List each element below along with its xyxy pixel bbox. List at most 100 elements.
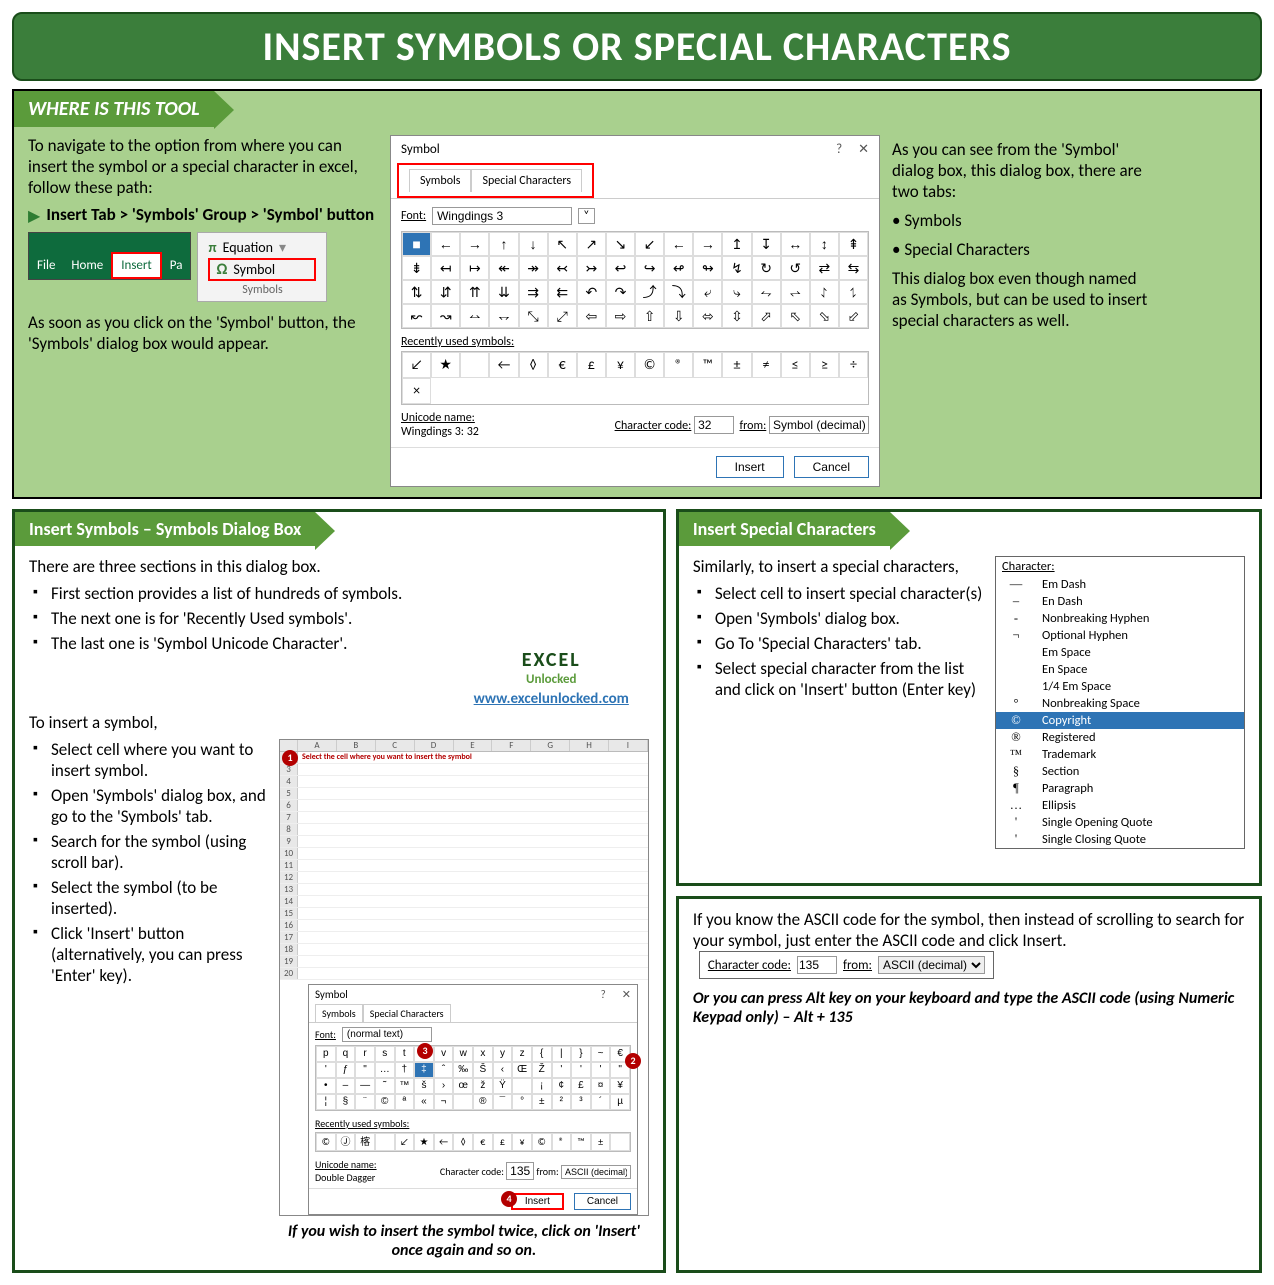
mini-insert-button[interactable]: Insert [511, 1193, 564, 1210]
symbol-cell[interactable]: ⇉ [519, 280, 548, 304]
recent-symbol-cell[interactable]: © [635, 352, 664, 378]
symbol-cell[interactable]: ↷ [606, 280, 635, 304]
symbol-cell[interactable]: ⇳ [722, 304, 751, 328]
symbol-cell[interactable]: → [693, 232, 722, 256]
cancel-button[interactable]: Cancel [794, 456, 869, 478]
mini-charcode[interactable] [506, 1162, 534, 1180]
symbol-cell[interactable]: ⥍ [839, 280, 868, 304]
symbol-cell[interactable]: ⇦ [577, 304, 606, 328]
symbol-cell[interactable]: ↔ [781, 232, 810, 256]
recent-symbol-cell[interactable]: ± [722, 352, 751, 378]
symbol-cell[interactable]: ↧ [752, 232, 781, 256]
symbol-cell[interactable]: ↠ [519, 256, 548, 280]
symbol-cell[interactable]: ⇞ [839, 232, 868, 256]
symbol-cell[interactable]: ↺ [781, 256, 810, 280]
symbol-cell[interactable]: ⇅ [402, 280, 431, 304]
symbol-cell[interactable]: ⤴ [635, 280, 664, 304]
charcode-input[interactable] [694, 416, 734, 434]
help-icon[interactable]: ? [836, 142, 842, 157]
symbol-cell[interactable]: ↩ [606, 256, 635, 280]
symbol-cell[interactable]: ⇈ [460, 280, 489, 304]
mini-symbol-grid[interactable]: pqrstuvwxyz{|}~€'ƒ"…†‡ˆ‰Š‹ŒŽ'''"•–—˜™š›œ… [315, 1045, 631, 1111]
special-char-row[interactable]: En Space [996, 661, 1244, 678]
symbol-cell[interactable]: ↶ [577, 280, 606, 304]
tab-special-characters[interactable]: Special Characters [471, 169, 582, 192]
mini-tab-special[interactable]: Special Characters [363, 1004, 451, 1022]
ribbon-insert[interactable]: Insert [111, 252, 162, 279]
recent-symbol-cell[interactable]: ↙ [402, 352, 431, 378]
recent-symbol-cell[interactable]: ◊ [519, 352, 548, 378]
special-char-row[interactable]: °Nonbreaking Space [996, 695, 1244, 712]
recent-symbol-cell[interactable]: ★ [431, 352, 460, 378]
symbol-cell[interactable]: ⥐ [489, 304, 518, 328]
mini-cancel-button[interactable]: Cancel [574, 1193, 631, 1210]
symbol-cell[interactable]: ↜ [402, 304, 431, 328]
special-char-row[interactable]: 'Single Opening Quote [996, 814, 1244, 831]
symbol-cell[interactable]: ⤷ [722, 280, 751, 304]
special-char-row[interactable]: §Section [996, 763, 1244, 780]
special-char-row[interactable]: -Nonbreaking Hyphen [996, 610, 1244, 627]
symbol-cell[interactable]: ⇩ [664, 304, 693, 328]
recent-symbol-cell[interactable]: ≥ [810, 352, 839, 378]
special-char-row[interactable]: ¬Optional Hyphen [996, 627, 1244, 644]
symbol-cell[interactable]: ⇊ [489, 280, 518, 304]
mini-close-icon[interactable]: ✕ [622, 988, 631, 1001]
symbol-cell[interactable]: ⬀ [752, 304, 781, 328]
symbol-cell[interactable]: ← [431, 232, 460, 256]
special-char-row[interactable]: ¶Paragraph [996, 780, 1244, 797]
symbol-cell[interactable]: ⤡ [519, 304, 548, 328]
symbol-cell[interactable]: ↯ [722, 256, 751, 280]
symbol-cell[interactable]: ⇄ [810, 256, 839, 280]
symbol-cell[interactable]: ⇇ [548, 280, 577, 304]
font-select[interactable] [432, 207, 572, 225]
special-char-row[interactable]: …Ellipsis [996, 797, 1244, 814]
special-char-row[interactable]: ©Copyright [996, 712, 1244, 729]
symbol-cell[interactable]: ↓ [519, 232, 548, 256]
ascii-from-select[interactable]: ASCII (decimal) [878, 956, 985, 974]
recent-symbol-cell[interactable]: £ [577, 352, 606, 378]
special-char-row[interactable]: 'Single Closing Quote [996, 831, 1244, 848]
symbol-cell[interactable]: ↢ [548, 256, 577, 280]
symbol-cell[interactable]: ■ [402, 232, 431, 256]
symbol-cell[interactable]: ⤵ [664, 280, 693, 304]
symbol-cell[interactable]: ↕ [810, 232, 839, 256]
mini-help-icon[interactable]: ? [601, 988, 606, 1001]
symbol-grid[interactable]: ■←→↑↓↖↗↘↙←→↥↧↔↕⇞⇟↤↦↞↠↢↣↩↪↫↬↯↻↺⇄⇆⇅⇵⇈⇊⇉⇇↶↷… [401, 231, 869, 329]
website-link[interactable]: www.excelunlocked.com [474, 690, 629, 708]
symbol-cell[interactable]: ⥎ [460, 304, 489, 328]
symbol-cell[interactable]: ⇟ [402, 256, 431, 280]
close-icon[interactable]: ✕ [858, 142, 869, 157]
from-select[interactable] [769, 416, 869, 434]
recent-symbol-cell[interactable]: € [548, 352, 577, 378]
symbol-cell[interactable]: ↖ [548, 232, 577, 256]
mini-recent-grid[interactable]: ©Ⓙ楁↙★←◊€£¥©®™± [315, 1132, 631, 1152]
dropdown-icon[interactable]: ˅ [578, 208, 594, 224]
symbol-cell[interactable]: ↬ [693, 256, 722, 280]
tab-symbols[interactable]: Symbols [409, 169, 471, 192]
ascii-charcode-input[interactable] [797, 956, 837, 974]
symbol-cell[interactable]: ↤ [431, 256, 460, 280]
recent-symbol-cell[interactable]: ÷ [839, 352, 868, 378]
symbol-cell[interactable]: ↪ [635, 256, 664, 280]
special-char-row[interactable]: 1/4 Em Space [996, 678, 1244, 695]
symbol-cell[interactable]: ↗ [577, 232, 606, 256]
symbol-cell[interactable]: ↑ [489, 232, 518, 256]
ribbon-pa[interactable]: Pa [162, 252, 191, 279]
special-characters-list[interactable]: Character: —Em Dash–En Dash-Nonbreaking … [995, 556, 1245, 849]
insert-button[interactable]: Insert [716, 456, 784, 478]
symbol-cell[interactable]: ↻ [752, 256, 781, 280]
symbol-cell[interactable]: ↞ [489, 256, 518, 280]
recent-symbols-grid[interactable]: ↙★←◊€£¥©®™±≠≤≥÷× [401, 351, 869, 405]
symbol-cell[interactable]: ⇨ [606, 304, 635, 328]
symbol-cell[interactable]: ↘ [606, 232, 635, 256]
symbol-cell[interactable]: ⥋ [781, 280, 810, 304]
special-char-row[interactable]: –En Dash [996, 593, 1244, 610]
symbol-cell[interactable]: ← [664, 232, 693, 256]
recent-symbol-cell[interactable]: ← [489, 352, 518, 378]
symbol-cell[interactable]: ↫ [664, 256, 693, 280]
symbol-cell[interactable]: ⥌ [810, 280, 839, 304]
mini-tab-symbols[interactable]: Symbols [315, 1004, 363, 1022]
symbol-cell[interactable]: ⬁ [781, 304, 810, 328]
symbol-cell[interactable]: ↝ [431, 304, 460, 328]
recent-symbol-cell[interactable]: ® [664, 352, 693, 378]
